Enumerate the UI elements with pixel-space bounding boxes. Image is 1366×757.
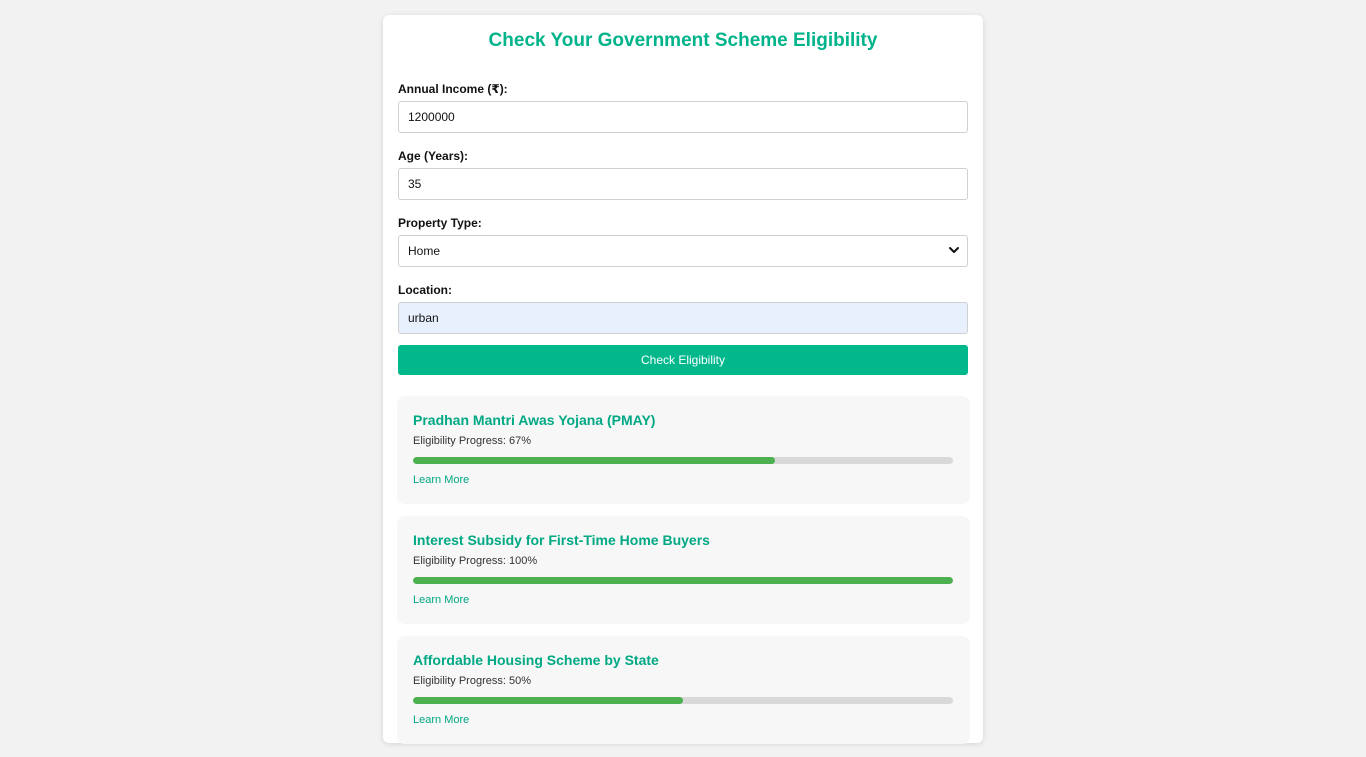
age-label: Age (Years):	[398, 149, 469, 163]
scheme-title: Pradhan Mantri Awas Yojana (PMAY)	[413, 412, 656, 428]
learn-more-link[interactable]: Learn More	[413, 714, 469, 727]
page-title: Check Your Government Scheme Eligibility	[488, 30, 878, 51]
progress-bar	[413, 457, 953, 464]
scheme-title: Affordable Housing Scheme by State	[413, 652, 659, 668]
age-input[interactable]	[398, 168, 968, 200]
income-label: Annual Income (₹):	[398, 82, 508, 96]
scheme-progress-text: Eligibility Progress: 67%	[413, 435, 531, 447]
property-type-label: Property Type:	[398, 216, 482, 230]
progress-bar-fill	[413, 697, 683, 704]
location-label: Location:	[398, 283, 452, 297]
scheme-title: Interest Subsidy for First-Time Home Buy…	[413, 532, 710, 548]
scheme-card: Affordable Housing Scheme by State Eligi…	[397, 636, 970, 744]
progress-bar-fill	[413, 457, 775, 464]
income-input[interactable]	[398, 101, 968, 133]
eligibility-card: Check Your Government Scheme Eligibility…	[383, 15, 983, 744]
scheme-progress-text: Eligibility Progress: 100%	[413, 555, 538, 567]
check-eligibility-button[interactable]: Check Eligibility	[398, 345, 968, 375]
learn-more-link[interactable]: Learn More	[413, 474, 469, 487]
progress-bar	[413, 697, 953, 704]
property-type-select[interactable]: Home	[398, 235, 968, 267]
property-type-value: Home	[398, 235, 968, 267]
scheme-card: Interest Subsidy for First-Time Home Buy…	[397, 516, 970, 624]
chevron-down-icon	[949, 247, 959, 253]
location-input[interactable]	[398, 302, 968, 334]
scheme-card: Pradhan Mantri Awas Yojana (PMAY) Eligib…	[397, 396, 970, 504]
scheme-progress-text: Eligibility Progress: 50%	[413, 675, 531, 687]
learn-more-link[interactable]: Learn More	[413, 594, 469, 607]
progress-bar	[413, 577, 953, 584]
scheme-list: Pradhan Mantri Awas Yojana (PMAY) Eligib…	[397, 396, 970, 744]
progress-bar-fill	[413, 577, 953, 584]
